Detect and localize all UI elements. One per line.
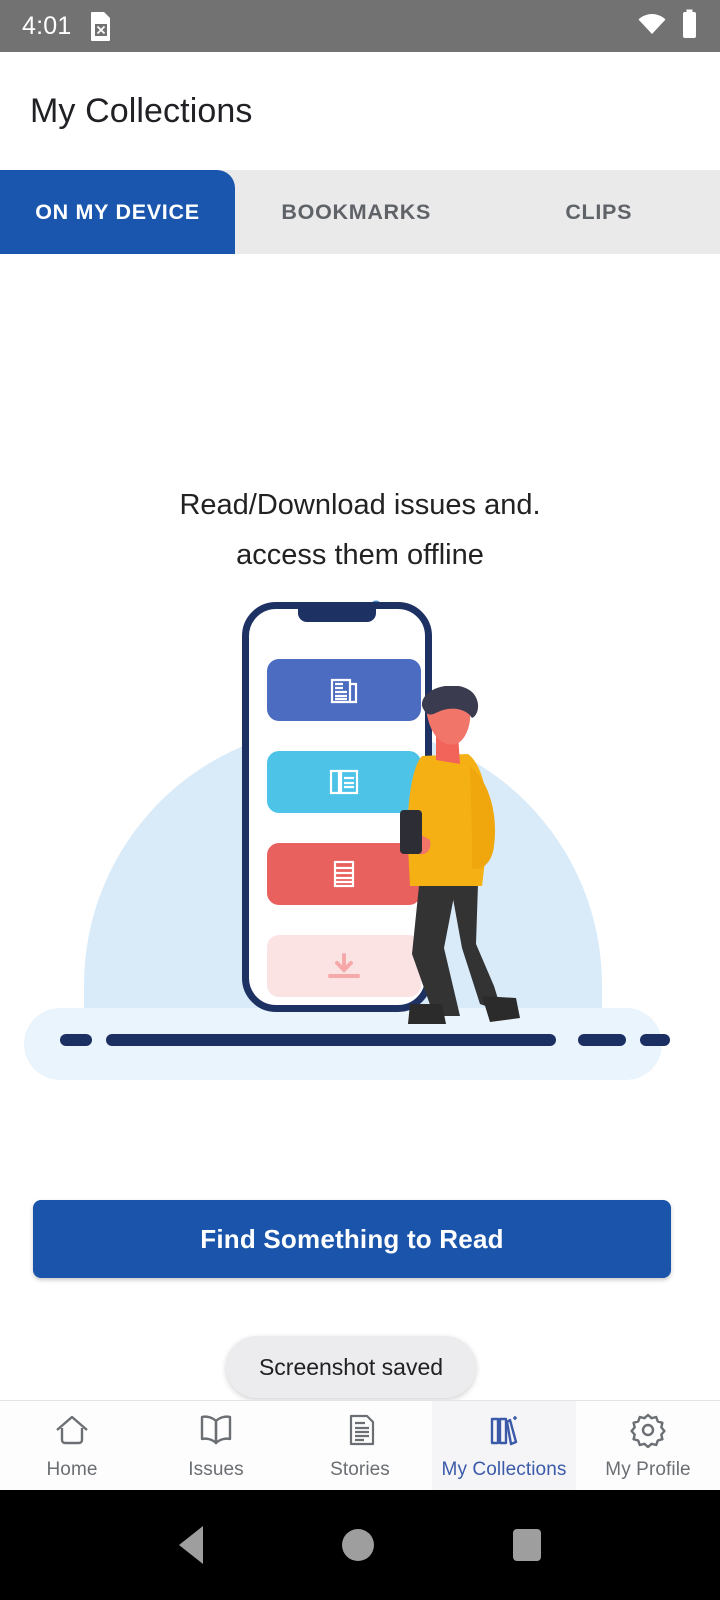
bottom-navigation-bar: Home Issues Stories My Collections My Pr…: [0, 1400, 720, 1491]
books-shelf-icon: [484, 1411, 524, 1454]
nav-item-issues[interactable]: Issues: [144, 1401, 288, 1491]
tab-on-my-device[interactable]: ON MY DEVICE: [0, 170, 235, 254]
tab-label: BOOKMARKS: [281, 199, 432, 224]
home-icon: [52, 1411, 92, 1454]
nav-item-home[interactable]: Home: [0, 1401, 144, 1491]
empty-state-line-2: access them offline: [236, 539, 484, 571]
circle-home-icon[interactable]: [341, 1529, 374, 1561]
screenshot-saved-toast: Screenshot saved: [226, 1336, 476, 1398]
gear-icon: [628, 1411, 668, 1454]
open-book-icon: [196, 1411, 236, 1454]
tab-bar: ON MY DEVICE BOOKMARKS CLIPS: [0, 170, 720, 254]
triangle-back-icon[interactable]: [179, 1526, 204, 1564]
app-screen: 4:01 My Collections ON MY DEVICE BOOKMAR…: [0, 0, 720, 1600]
nav-item-label: Stories: [330, 1458, 390, 1480]
tab-label: CLIPS: [565, 199, 633, 224]
illustration-ground-line: [60, 1034, 670, 1046]
tab-bookmarks[interactable]: BOOKMARKS: [235, 170, 478, 254]
nav-item-label: My Collections: [441, 1458, 567, 1480]
offline-illustration: [0, 594, 720, 1154]
illustration-person: [398, 685, 538, 1046]
status-right-icons: [637, 9, 698, 44]
status-time: 4:01: [22, 11, 72, 40]
sim-card-no-signal-icon: [89, 11, 113, 41]
tab-label: ON MY DEVICE: [35, 199, 200, 224]
wifi-icon: [637, 12, 667, 41]
document-lines-icon: [340, 1411, 380, 1454]
android-system-nav: [0, 1490, 720, 1600]
square-recents-icon[interactable]: [512, 1529, 541, 1561]
nav-item-label: Issues: [188, 1458, 244, 1480]
phone-notch: [298, 609, 376, 622]
empty-state-message: Read/Download issues and. access them of…: [0, 480, 720, 580]
find-something-to-read-button[interactable]: Find Something to Read: [33, 1200, 671, 1278]
nav-item-label: My Profile: [605, 1458, 691, 1480]
nav-item-stories[interactable]: Stories: [288, 1401, 432, 1491]
app-bar: My Collections: [0, 52, 720, 170]
battery-icon: [681, 9, 698, 44]
nav-item-my-collections[interactable]: My Collections: [432, 1400, 576, 1491]
toast-message: Screenshot saved: [258, 1353, 444, 1380]
nav-item-my-profile[interactable]: My Profile: [576, 1401, 720, 1491]
empty-state-line-1: Read/Download issues and.: [179, 489, 541, 521]
status-bar: 4:01: [0, 0, 720, 52]
tab-clips[interactable]: CLIPS: [478, 170, 720, 254]
nav-item-label: Home: [46, 1458, 98, 1480]
page-title: My Collections: [30, 91, 253, 130]
